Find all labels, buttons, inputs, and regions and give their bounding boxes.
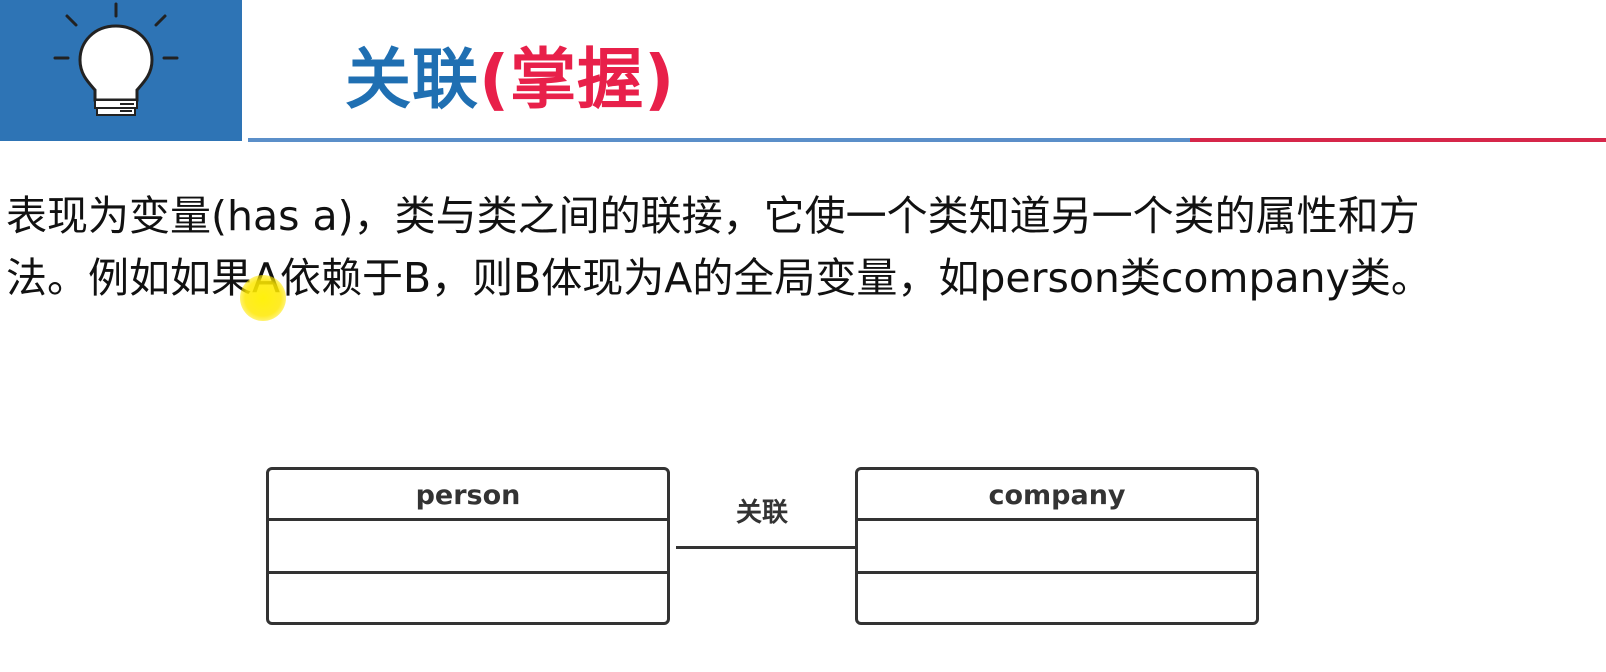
uml-class-company: company	[855, 467, 1259, 625]
description-line-2: 法。例如如果A依赖于B，则B体现为A的全局变量，如person类company类…	[6, 254, 1432, 302]
association-label: 关联	[736, 498, 789, 528]
logo-box	[0, 0, 242, 141]
lightbulb-icon	[53, 2, 179, 116]
uml-class-person: person	[266, 467, 670, 625]
uml-class-name: company	[858, 470, 1256, 521]
pointer-highlight-icon	[240, 275, 286, 321]
uml-class-methods	[858, 574, 1256, 627]
header-rule-blue	[248, 138, 1190, 142]
uml-class-methods	[269, 574, 667, 627]
slide: 关联(掌握) 表现为变量(has a)，类与类之间的联接，它使一个类知道另一个类…	[0, 0, 1606, 672]
page-title: 关联(掌握)	[345, 30, 675, 130]
header-rule-red	[1190, 138, 1606, 142]
uml-class-name: person	[269, 470, 667, 521]
uml-class-attributes	[858, 521, 1256, 574]
title-sub: (掌握)	[479, 41, 676, 118]
uml-class-attributes	[269, 521, 667, 574]
association-line	[676, 546, 855, 549]
title-main: 关联	[345, 41, 479, 118]
description-line-1: 表现为变量(has a)，类与类之间的联接，它使一个类知道另一个类的属性和方	[6, 192, 1420, 240]
